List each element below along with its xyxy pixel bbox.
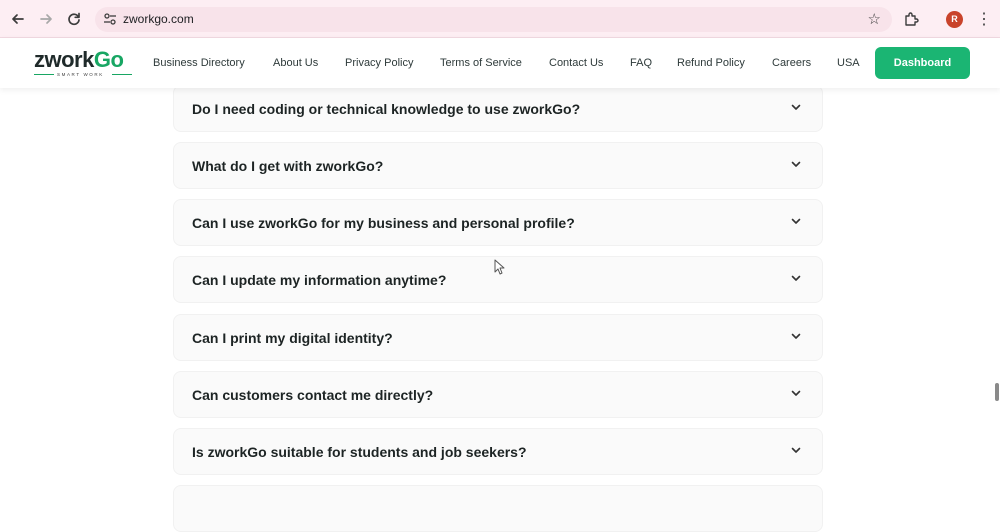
back-button[interactable] bbox=[8, 9, 28, 29]
nav-faq[interactable]: FAQ bbox=[630, 57, 652, 69]
chevron-down-icon bbox=[791, 218, 801, 224]
chevron-down-icon bbox=[791, 275, 801, 281]
faq-question: Can I use zworkGo for my business and pe… bbox=[192, 215, 575, 231]
url-text[interactable]: zworkgo.com bbox=[123, 12, 194, 26]
faq-item[interactable] bbox=[173, 485, 823, 532]
site-header: zworkGo SMART WORK Business Directory Ab… bbox=[0, 38, 1000, 88]
faq-item[interactable]: Can customers contact me directly? bbox=[173, 371, 823, 418]
star-icon[interactable]: ☆ bbox=[868, 10, 881, 28]
tune-icon[interactable] bbox=[103, 12, 117, 26]
nav-refund-policy[interactable]: Refund Policy bbox=[677, 57, 745, 69]
reload-icon bbox=[68, 12, 80, 26]
scrollbar-thumb[interactable] bbox=[995, 383, 999, 401]
faq-item[interactable]: Is zworkGo suitable for students and job… bbox=[173, 428, 823, 475]
faq-item[interactable]: What do I get with zworkGo? bbox=[173, 142, 823, 189]
faq-question: Do I need coding or technical knowledge … bbox=[192, 101, 581, 117]
faq-question: Can I print my digital identity? bbox=[192, 330, 393, 346]
browser-toolbar: zworkgo.com ☆ R ⋮ bbox=[0, 0, 1000, 38]
nav-contact-us[interactable]: Contact Us bbox=[549, 57, 603, 69]
chevron-down-icon bbox=[791, 104, 801, 110]
logo-prefix: zwork bbox=[34, 47, 94, 72]
mouse-cursor-icon bbox=[494, 259, 505, 275]
profile-avatar[interactable]: R bbox=[946, 11, 963, 28]
nav-privacy-policy[interactable]: Privacy Policy bbox=[345, 57, 413, 69]
faq-item[interactable]: Can I print my digital identity? bbox=[173, 314, 823, 361]
nav-usa[interactable]: USA bbox=[837, 57, 860, 69]
forward-button[interactable] bbox=[36, 9, 56, 29]
faq-item[interactable]: Do I need coding or technical knowledge … bbox=[173, 85, 823, 132]
address-bar[interactable]: zworkgo.com ☆ bbox=[95, 7, 892, 32]
nav-business-directory[interactable]: Business Directory bbox=[153, 57, 245, 69]
arrow-right-icon bbox=[40, 14, 52, 24]
nav-about-us[interactable]: About Us bbox=[273, 57, 318, 69]
chevron-down-icon bbox=[791, 447, 801, 453]
logo-divider bbox=[112, 74, 132, 75]
nav-terms-of-service[interactable]: Terms of Service bbox=[440, 57, 522, 69]
chevron-down-icon bbox=[791, 333, 801, 339]
nav-careers[interactable]: Careers bbox=[772, 57, 811, 69]
faq-question: Can I update my information anytime? bbox=[192, 272, 447, 288]
dashboard-button[interactable]: Dashboard bbox=[875, 47, 970, 79]
more-vertical-icon[interactable]: ⋮ bbox=[976, 9, 992, 29]
faq-item[interactable]: Can I use zworkGo for my business and pe… bbox=[173, 199, 823, 246]
puzzle-icon[interactable] bbox=[903, 10, 921, 28]
faq-question: Is zworkGo suitable for students and job… bbox=[192, 444, 527, 460]
chevron-down-icon bbox=[791, 390, 801, 396]
logo-accent: Go bbox=[93, 47, 124, 72]
logo-divider bbox=[34, 74, 54, 75]
chevron-down-icon bbox=[791, 161, 801, 167]
faq-question: What do I get with zworkGo? bbox=[192, 158, 384, 174]
logo-tagline: SMART WORK bbox=[57, 72, 104, 77]
logo[interactable]: zworkGo SMART WORK bbox=[34, 47, 134, 81]
reload-button[interactable] bbox=[64, 9, 84, 29]
arrow-left-icon bbox=[12, 14, 24, 24]
faq-question: Can customers contact me directly? bbox=[192, 387, 434, 403]
